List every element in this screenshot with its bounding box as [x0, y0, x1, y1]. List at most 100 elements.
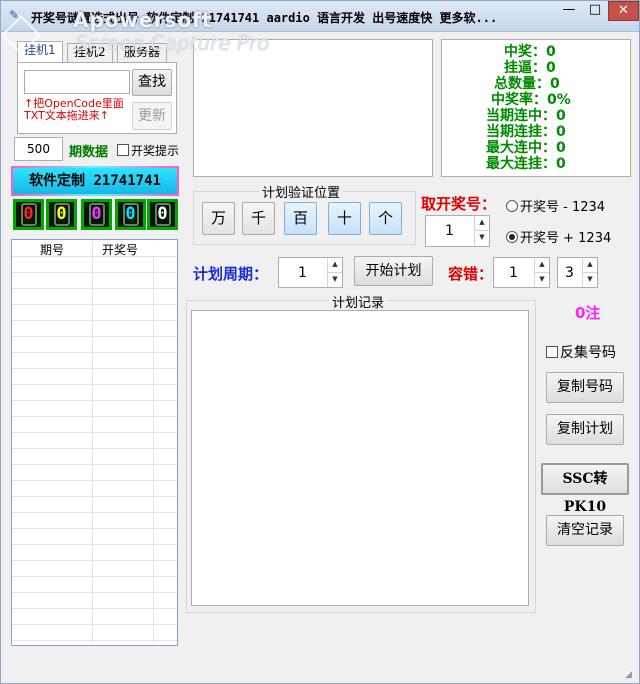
draw-history-table[interactable]: 期号 开奖号: [11, 239, 178, 646]
draw-number-spinner[interactable]: 1 ▲ ▼: [425, 215, 490, 247]
tolerance-spinner-1[interactable]: 1 ▲ ▼: [493, 257, 550, 288]
position-wan-button[interactable]: 万: [202, 202, 235, 235]
update-button[interactable]: 更新: [132, 102, 172, 130]
table-row[interactable]: [12, 337, 177, 353]
table-row[interactable]: [12, 385, 177, 401]
table-row[interactable]: [12, 609, 177, 625]
radio-selected-icon: [506, 231, 518, 243]
table-row[interactable]: [12, 321, 177, 337]
spin-down-icon[interactable]: ▼: [327, 272, 342, 287]
table-row[interactable]: [12, 305, 177, 321]
prize-alert-label: 开奖提示: [131, 144, 180, 158]
table-row[interactable]: [12, 449, 177, 465]
table-row[interactable]: [12, 289, 177, 305]
brand-banner: 软件定制 21741741: [13, 168, 177, 194]
app-window: ✎ 开奖号谜置选式出号 软件定制 21741741 aardio 语言开发 出号…: [0, 0, 640, 684]
stat-max-miss-streak: 最大连挂：0: [486, 156, 566, 172]
table-row[interactable]: [12, 353, 177, 369]
table-row[interactable]: [12, 497, 177, 513]
start-plan-button[interactable]: 开始计划: [354, 256, 433, 286]
plan-record-textarea[interactable]: [191, 310, 529, 606]
digit-5: 0: [154, 203, 171, 226]
resize-grip-icon[interactable]: ◢: [625, 669, 637, 681]
bet-count: 0注: [575, 304, 601, 322]
table-row[interactable]: [12, 257, 177, 273]
file-path-input[interactable]: [24, 70, 130, 94]
ssc-to-pk10-button[interactable]: SSC转PK10: [541, 463, 629, 515]
plan-period-label: 计划周期：: [193, 265, 269, 283]
spin-down-icon[interactable]: ▼: [582, 272, 597, 287]
spin-up-icon[interactable]: ▲: [327, 258, 342, 273]
tolerance-value-1: 1: [509, 265, 518, 281]
table-row[interactable]: [12, 465, 177, 481]
table-row[interactable]: [12, 561, 177, 577]
copy-plan-button[interactable]: 复制计划: [546, 414, 624, 445]
tolerance-label: 容错：: [448, 265, 494, 283]
digit-box-3: 0: [81, 199, 112, 230]
search-button[interactable]: 查找: [132, 69, 172, 96]
header-draw-number[interactable]: 开奖号: [102, 241, 138, 258]
period-count-input[interactable]: 500: [14, 137, 63, 161]
spin-up-icon[interactable]: ▲: [582, 258, 597, 273]
minimize-button[interactable]: —: [556, 1, 582, 21]
hint-line2: TXT文本拖进来↑: [24, 109, 109, 122]
plan-period-spinner[interactable]: 1 ▲ ▼: [278, 257, 343, 288]
table-row[interactable]: [12, 433, 177, 449]
stats-panel: 中奖：0 挂逼：0 总数量：0 中奖率：0% 当期连中：0 当期连挂：0 最大连…: [441, 39, 631, 177]
spin-up-icon[interactable]: ▲: [474, 216, 489, 231]
table-row[interactable]: [12, 513, 177, 529]
radio-draw-plus-label: 开奖号 + 1234: [520, 231, 612, 246]
table-row[interactable]: [12, 417, 177, 433]
table-row[interactable]: [12, 529, 177, 545]
checkbox-icon: [546, 346, 558, 358]
spin-down-icon[interactable]: ▼: [474, 231, 489, 246]
close-button[interactable]: ✕: [608, 1, 639, 21]
plan-period-value: 1: [298, 265, 307, 281]
digit-box-5: 0: [147, 199, 178, 230]
maximize-button[interactable]: □: [582, 1, 608, 21]
clear-records-button[interactable]: 清空记录: [546, 515, 624, 546]
table-row[interactable]: [12, 481, 177, 497]
prize-alert-checkbox[interactable]: 开奖提示: [117, 142, 179, 159]
position-qian-button[interactable]: 千: [242, 202, 275, 235]
table-row[interactable]: [12, 577, 177, 593]
digit-4: 0: [122, 203, 139, 226]
radio-draw-plus[interactable]: 开奖号 + 1234: [506, 227, 611, 246]
table-row[interactable]: [12, 369, 177, 385]
digit-box-2: 0: [46, 199, 77, 230]
table-row[interactable]: [12, 545, 177, 561]
verify-position-title: 计划验证位置: [259, 182, 344, 201]
digit-box-1: 0: [13, 199, 44, 230]
watermark-product: Screen Capture Pro: [75, 31, 270, 55]
reverse-set-checkbox[interactable]: 反集号码: [546, 342, 616, 362]
table-header: 期号 开奖号: [12, 240, 177, 257]
table-row[interactable]: [12, 625, 177, 641]
position-bai-button[interactable]: 百: [284, 202, 317, 235]
digit-1: 0: [20, 203, 37, 226]
position-shi-button[interactable]: 十: [328, 202, 361, 235]
table-row[interactable]: [12, 273, 177, 289]
table-row[interactable]: [12, 401, 177, 417]
digit-box-4: 0: [115, 199, 146, 230]
title-bar[interactable]: ✎ 开奖号谜置选式出号 软件定制 21741741 aardio 语言开发 出号…: [1, 1, 639, 32]
digit-3: 0: [88, 203, 105, 226]
period-count-label: 期数据: [69, 145, 109, 160]
copy-numbers-button[interactable]: 复制号码: [546, 372, 624, 403]
tab-panel: 查找 ↑把OpenCode里面 TXT文本拖进来↑ 更新: [17, 62, 177, 134]
spin-down-icon[interactable]: ▼: [534, 272, 549, 287]
spin-up-icon[interactable]: ▲: [534, 258, 549, 273]
plan-record-title: 计划记录: [329, 292, 388, 311]
brand-banner-frame: 软件定制 21741741: [11, 166, 179, 196]
position-ge-button[interactable]: 个: [369, 202, 402, 235]
draw-number-value: 1: [445, 223, 454, 239]
draw-number-label: 取开奖号：: [421, 195, 497, 213]
header-period[interactable]: 期号: [40, 241, 64, 258]
radio-draw-minus[interactable]: 开奖号 - 1234: [506, 196, 605, 215]
radio-icon: [506, 200, 518, 212]
tolerance-value-2: 3: [565, 265, 574, 281]
reverse-set-label: 反集号码: [560, 345, 616, 361]
table-row[interactable]: [12, 593, 177, 609]
tolerance-spinner-2[interactable]: 3 ▲ ▼: [557, 257, 598, 288]
info-panel: [193, 39, 433, 177]
radio-draw-minus-label: 开奖号 - 1234: [520, 200, 606, 215]
